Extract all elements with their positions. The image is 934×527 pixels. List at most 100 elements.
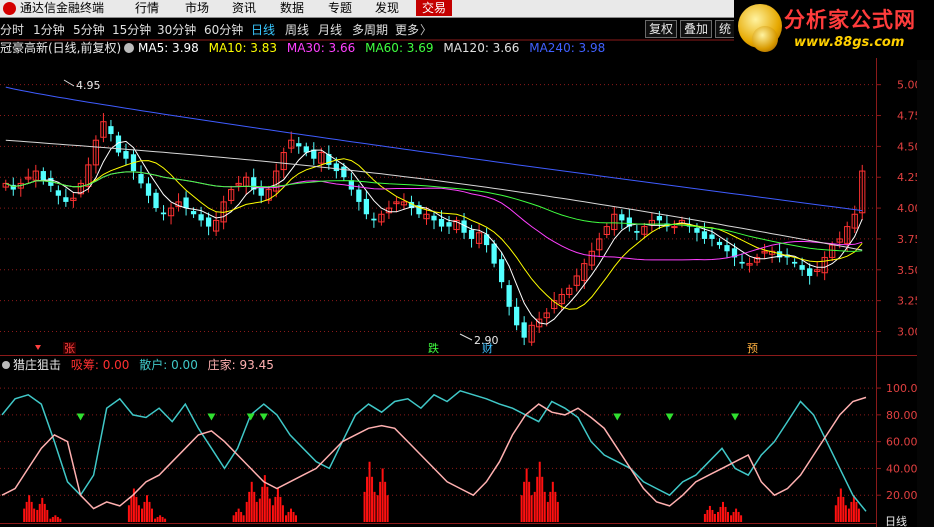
accumulate-bar — [384, 481, 387, 522]
accumulate-bar — [724, 506, 727, 522]
signal-triangle-icon — [613, 413, 622, 421]
candle-body — [205, 217, 212, 227]
accumulate-bar — [141, 508, 143, 522]
high-pointer — [63, 79, 75, 87]
accumulate-bar — [546, 501, 549, 522]
accumulate-bar — [292, 511, 295, 522]
candle-body — [138, 174, 144, 184]
signal-triangle-icon — [731, 413, 740, 421]
accumulate-bar — [146, 495, 148, 522]
accumulate-bar — [735, 508, 738, 522]
accumulate-bar — [127, 505, 130, 522]
stock-name: 冠豪高新(日线,前复权) — [0, 40, 121, 55]
accumulate-bar — [232, 515, 235, 522]
candle-body — [63, 197, 69, 202]
accumulate-bar — [844, 505, 847, 522]
accumulate-bar — [722, 501, 724, 522]
indicator-tick-label: 20.00 — [886, 489, 918, 502]
candle-body — [739, 261, 745, 264]
indicator-settings-icon[interactable] — [2, 361, 10, 369]
candle-body — [799, 265, 805, 270]
ma240-label: MA240: 3.98 — [529, 41, 605, 55]
accumulate-bar — [543, 491, 546, 522]
accumulate-bar — [549, 491, 552, 522]
signal-triangle-icon — [246, 413, 255, 421]
accumulate-bar — [376, 495, 379, 522]
candle-body — [709, 234, 715, 239]
event-arrow-icon — [35, 345, 41, 350]
accumulate-bar — [717, 511, 719, 522]
accumulate-bar — [253, 491, 256, 522]
accumulate-bar — [727, 511, 729, 522]
indicator-tick-label: 60.00 — [886, 436, 918, 449]
accumulate-bar — [857, 508, 860, 522]
candle-body — [807, 268, 813, 276]
candle-body — [190, 211, 197, 215]
indicator-name: 猎庄狙击 — [13, 357, 61, 372]
accumulate-bar — [737, 511, 740, 522]
candle-body — [153, 192, 159, 209]
event-marker-cai[interactable]: 财 — [482, 341, 493, 355]
accumulate-bar — [852, 495, 855, 522]
event-marker-yu[interactable]: 预 — [747, 342, 758, 355]
signal-triangle-icon — [207, 413, 216, 421]
candle-body — [356, 189, 362, 202]
accumulate-bar — [30, 501, 33, 522]
accumulate-bar — [711, 509, 714, 522]
event-marker-die[interactable]: 跌 — [428, 341, 439, 355]
indicator-grid — [0, 387, 876, 496]
candle-body — [438, 218, 445, 227]
candle-body — [701, 231, 708, 239]
accumulate-bar — [49, 518, 52, 522]
candle-body — [634, 231, 640, 233]
accumulate-bar — [276, 488, 279, 522]
accumulate-bar — [523, 481, 526, 522]
indicator-tick-label: 40.00 — [886, 462, 918, 475]
accumulate-bar — [56, 516, 59, 522]
accumulate-bar — [137, 505, 140, 522]
accumulate-bar — [23, 508, 26, 522]
accumulate-bar — [250, 481, 253, 522]
signal-triangle-icon — [665, 413, 674, 421]
event-marker-zhang[interactable]: 张 — [64, 342, 75, 355]
candle-body — [198, 214, 204, 221]
candle-body — [491, 243, 497, 264]
candle-body — [333, 163, 339, 172]
accumulate-bar — [248, 491, 251, 522]
accumulate-bar — [551, 481, 554, 522]
watermark-title: 分析家公式网 — [784, 8, 916, 32]
accumulate-bar — [279, 496, 282, 522]
chart-area[interactable]: 5.004.754.504.254.003.753.503.253.00 100… — [0, 0, 934, 527]
accumulate-bar — [143, 501, 146, 522]
accumulate-bar — [151, 508, 153, 522]
accumulate-bar — [730, 515, 733, 522]
accumulate-bar — [240, 511, 243, 522]
signal-triangle-icon — [259, 413, 268, 421]
accumulate-bar — [46, 509, 49, 522]
ma10-label: MA10: 3.83 — [209, 41, 277, 55]
candle-body — [123, 151, 129, 159]
indicator-tick-label: 100.0 — [886, 382, 918, 395]
accumulate-bar — [554, 491, 557, 522]
candle-body — [716, 241, 723, 246]
high-label: 4.95 — [76, 79, 101, 92]
ma30-label: MA30: 3.66 — [287, 41, 355, 55]
candle-body — [296, 143, 302, 147]
accumulate-bar — [719, 506, 722, 522]
accumulate-bar — [837, 496, 840, 522]
accumulate-bar — [135, 496, 138, 522]
accumulate-bar — [235, 511, 238, 522]
watermark-logo: 分析家公式网 www.88gs.com — [734, 0, 934, 58]
indicator-tick-label: 80.00 — [886, 409, 918, 422]
accumulate-bar — [533, 491, 536, 522]
candle-body — [348, 180, 354, 190]
candle-body — [363, 198, 370, 215]
candle-body — [371, 218, 377, 221]
watermark-url: www.88gs.com — [794, 35, 905, 50]
accumulate-bar — [36, 509, 39, 522]
accumulate-bar — [237, 508, 240, 522]
signal-triangle-icon — [76, 413, 85, 421]
accumulate-bar — [842, 496, 845, 522]
accumulate-bar — [541, 476, 544, 522]
indicator-dropdown-icon[interactable] — [124, 43, 134, 53]
